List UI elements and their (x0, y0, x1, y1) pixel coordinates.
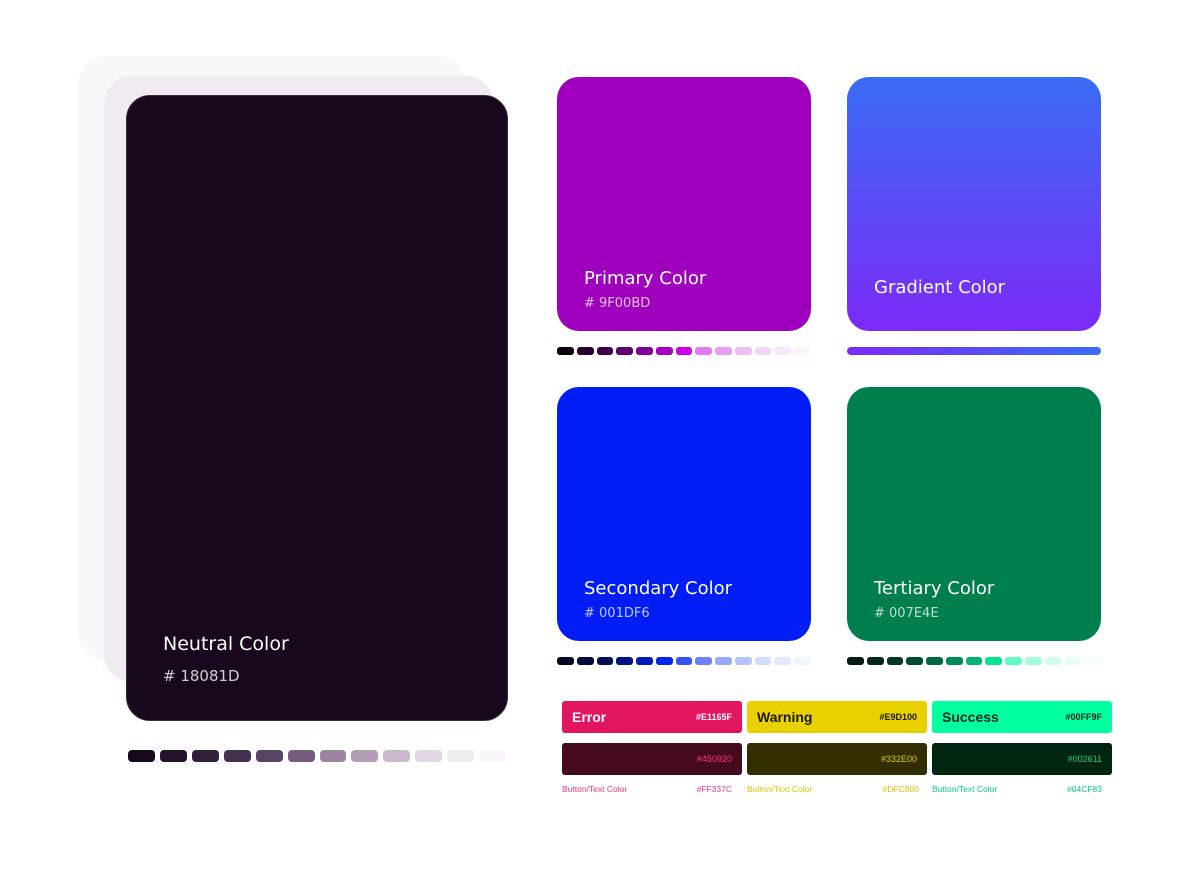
error-hex: #E1165F (695, 712, 732, 722)
primary-color-title: Primary Color (584, 268, 707, 289)
color-swatch[interactable] (926, 657, 943, 665)
color-swatch[interactable] (223, 750, 251, 762)
secondary-color-title: Secondary Color (584, 578, 733, 599)
tertiary-color-title: Tertiary Color (874, 578, 995, 599)
color-swatch[interactable] (985, 657, 1003, 665)
error-caption-label: Button/Text Color (562, 784, 628, 794)
color-swatch[interactable] (1005, 657, 1022, 665)
primary-color-card[interactable]: Primary Color # 9F00BD (557, 77, 811, 331)
success-hex: #00FF9F (1065, 712, 1102, 722)
error-caption-hex: #FF337C (696, 784, 732, 794)
color-swatch[interactable] (1084, 657, 1101, 665)
color-swatch[interactable] (754, 657, 772, 665)
color-swatch[interactable] (734, 347, 752, 355)
color-swatch[interactable] (774, 347, 792, 355)
color-swatch[interactable] (255, 750, 283, 762)
success-caption-label: Button/Text Color (932, 784, 998, 794)
color-swatch[interactable] (695, 657, 713, 665)
warning-caption-label: Button/Text Color (747, 784, 813, 794)
color-swatch[interactable] (886, 657, 904, 665)
color-swatch[interactable] (616, 657, 634, 665)
color-swatch[interactable] (906, 657, 924, 665)
warning-caption: Button/Text Color #DFC800 (747, 784, 927, 794)
error-dark-swatch[interactable]: #450920 (562, 743, 742, 775)
color-swatch[interactable] (191, 750, 219, 762)
color-swatch[interactable] (596, 657, 614, 665)
color-swatch[interactable] (754, 347, 772, 355)
success-caption: Button/Text Color #04CF83 (932, 784, 1112, 794)
color-swatch[interactable] (715, 657, 732, 665)
error-caption: Button/Text Color #FF337C (562, 784, 742, 794)
success-dark-swatch[interactable]: #002611 (932, 743, 1112, 775)
color-swatch[interactable] (1064, 657, 1082, 665)
success-label: Success (942, 709, 999, 725)
color-swatch[interactable] (866, 657, 884, 665)
color-swatch[interactable] (695, 347, 713, 355)
success-dark-hex: #002611 (1067, 754, 1102, 764)
color-swatch[interactable] (675, 657, 693, 665)
gradient-color-title: Gradient Color (874, 277, 1006, 298)
color-swatch[interactable] (447, 750, 475, 762)
color-swatch[interactable] (965, 657, 983, 665)
color-swatch[interactable] (287, 750, 315, 762)
warning-caption-hex: #DFC800 (882, 784, 919, 794)
neutral-color-title: Neutral Color (163, 633, 289, 655)
color-swatch[interactable] (415, 750, 443, 762)
neutral-color-card[interactable]: Neutral Color # 18081D (126, 95, 508, 721)
tertiary-color-card[interactable]: Tertiary Color # 007E4E (847, 387, 1101, 641)
color-swatch[interactable] (655, 347, 673, 355)
error-dark-hex: #450920 (696, 754, 732, 764)
color-swatch[interactable] (159, 750, 187, 762)
success-caption-hex: #04CF83 (1067, 784, 1102, 794)
color-swatch[interactable] (479, 750, 507, 762)
neutral-color-hex: # 18081D (163, 667, 240, 685)
color-swatch[interactable] (557, 657, 574, 665)
color-swatch[interactable] (128, 750, 155, 762)
color-swatch[interactable] (576, 347, 594, 355)
primary-color-hex: # 9F00BD (584, 296, 651, 311)
color-swatch[interactable] (319, 750, 347, 762)
color-swatch[interactable] (596, 347, 614, 355)
tertiary-swatch-row (847, 657, 1101, 665)
color-swatch[interactable] (655, 657, 673, 665)
color-swatch[interactable] (576, 657, 594, 665)
success-button[interactable]: Success #00FF9F (932, 701, 1112, 733)
warning-dark-hex: #332E00 (880, 754, 917, 764)
secondary-color-card[interactable]: Secondary Color # 001DF6 (557, 387, 811, 641)
error-button[interactable]: Error #E1165F (562, 701, 742, 733)
color-swatch[interactable] (675, 347, 693, 355)
neutral-swatch-row (128, 750, 507, 762)
color-swatch[interactable] (636, 347, 653, 355)
color-swatch[interactable] (945, 657, 963, 665)
color-swatch[interactable] (1044, 657, 1062, 665)
color-swatch[interactable] (636, 657, 653, 665)
color-swatch[interactable] (383, 750, 411, 762)
secondary-swatch-row (557, 657, 811, 665)
color-swatch[interactable] (794, 347, 811, 355)
primary-swatch-row (557, 347, 811, 355)
color-swatch[interactable] (557, 347, 574, 355)
color-swatch[interactable] (351, 750, 379, 762)
color-swatch[interactable] (734, 657, 752, 665)
warning-hex: #E9D100 (879, 712, 917, 722)
color-swatch[interactable] (847, 657, 864, 665)
color-swatch[interactable] (1024, 657, 1042, 665)
color-swatch[interactable] (774, 657, 792, 665)
warning-label: Warning (757, 709, 813, 725)
error-label: Error (572, 709, 607, 725)
secondary-color-hex: # 001DF6 (584, 606, 650, 621)
gradient-bar (847, 347, 1101, 355)
warning-dark-swatch[interactable]: #332E00 (747, 743, 927, 775)
tertiary-color-hex: # 007E4E (874, 606, 939, 621)
color-swatch[interactable] (794, 657, 811, 665)
warning-button[interactable]: Warning #E9D100 (747, 701, 927, 733)
gradient-color-card[interactable]: Gradient Color (847, 77, 1101, 331)
color-swatch[interactable] (715, 347, 732, 355)
color-swatch[interactable] (616, 347, 634, 355)
